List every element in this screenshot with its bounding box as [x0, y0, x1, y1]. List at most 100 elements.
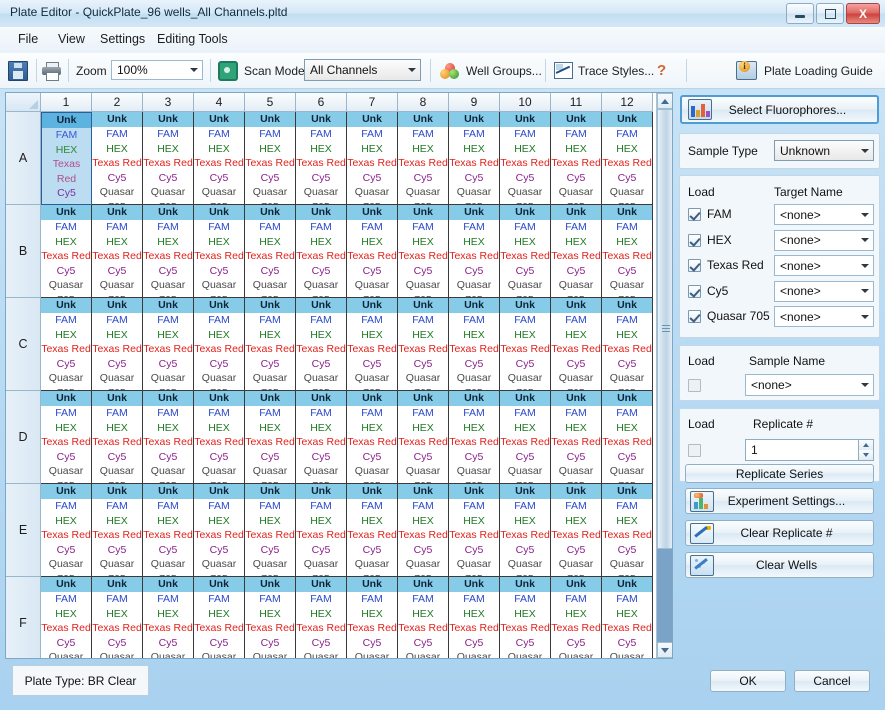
well-E2[interactable]: UnkFAM HEX Texas Red Cy5 Quasar 705	[92, 484, 143, 577]
well-E9[interactable]: UnkFAM HEX Texas Red Cy5 Quasar 705	[449, 484, 500, 577]
sample-name-combo[interactable]: <none>	[745, 374, 874, 396]
column-header-1[interactable]: 1	[41, 93, 92, 112]
target-name-combo-texas-red[interactable]: <none>	[774, 255, 874, 276]
well-B1[interactable]: UnkFAM HEX Texas Red Cy5 Quasar 705	[41, 205, 92, 298]
well-D8[interactable]: UnkFAM HEX Texas Red Cy5 Quasar 705	[398, 391, 449, 484]
well-F9[interactable]: UnkFAM HEX Texas Red Cy5 Quasar 705	[449, 577, 500, 658]
target-name-combo-cy5[interactable]: <none>	[774, 280, 874, 302]
target-name-combo-hex[interactable]: <none>	[774, 229, 874, 251]
well-C5[interactable]: UnkFAM HEX Texas Red Cy5 Quasar 705	[245, 298, 296, 391]
well-C6[interactable]: UnkFAM HEX Texas Red Cy5 Quasar 705	[296, 298, 347, 391]
well-C12[interactable]: UnkFAM HEX Texas Red Cy5 Quasar 705	[602, 298, 653, 391]
well-A4[interactable]: UnkFAM HEX Texas Red Cy5 Quasar 705	[194, 112, 245, 205]
well-E7[interactable]: UnkFAM HEX Texas Red Cy5 Quasar 705	[347, 484, 398, 577]
cancel-button[interactable]: Cancel	[794, 670, 870, 692]
well-B11[interactable]: UnkFAM HEX Texas Red Cy5 Quasar 705	[551, 205, 602, 298]
scan-mode-combo[interactable]: All Channels	[304, 59, 421, 81]
well-A11[interactable]: UnkFAM HEX Texas Red Cy5 Quasar 705	[551, 112, 602, 205]
column-header-6[interactable]: 6	[296, 93, 347, 112]
well-B6[interactable]: UnkFAM HEX Texas Red Cy5 Quasar 705	[296, 205, 347, 298]
close-button[interactable]: X	[846, 3, 880, 24]
well-F11[interactable]: UnkFAM HEX Texas Red Cy5 Quasar 705	[551, 577, 602, 658]
well-C1[interactable]: UnkFAM HEX Texas Red Cy5 Quasar 705	[41, 298, 92, 391]
select-fluorophores-button[interactable]: Select Fluorophores...	[680, 95, 879, 124]
well-E3[interactable]: UnkFAM HEX Texas Red Cy5 Quasar 705	[143, 484, 194, 577]
target-name-combo-quasar-705[interactable]: <none>	[774, 306, 874, 327]
row-header-A[interactable]: A	[6, 112, 41, 205]
well-F2[interactable]: UnkFAM HEX Texas Red Cy5 Quasar 705	[92, 577, 143, 658]
well-D3[interactable]: UnkFAM HEX Texas Red Cy5 Quasar 705	[143, 391, 194, 484]
scroll-down-button[interactable]	[657, 642, 672, 658]
minimize-button[interactable]	[786, 3, 814, 24]
well-F1[interactable]: UnkFAM HEX Texas Red Cy5 Quasar 705	[41, 577, 92, 658]
well-A6[interactable]: UnkFAM HEX Texas Red Cy5 Quasar 705	[296, 112, 347, 205]
clear-wells-button[interactable]: Clear Wells	[685, 552, 874, 578]
well-D7[interactable]: UnkFAM HEX Texas Red Cy5 Quasar 705	[347, 391, 398, 484]
well-A5[interactable]: UnkFAM HEX Texas Red Cy5 Quasar 705	[245, 112, 296, 205]
well-B9[interactable]: UnkFAM HEX Texas Red Cy5 Quasar 705	[449, 205, 500, 298]
well-A7[interactable]: UnkFAM HEX Texas Red Cy5 Quasar 705	[347, 112, 398, 205]
well-C10[interactable]: UnkFAM HEX Texas Red Cy5 Quasar 705	[500, 298, 551, 391]
well-B7[interactable]: UnkFAM HEX Texas Red Cy5 Quasar 705	[347, 205, 398, 298]
well-A2[interactable]: UnkFAM HEX Texas Red Cy5 Quasar 705	[92, 112, 143, 205]
replicate-stepper[interactable]	[858, 440, 873, 460]
well-F12[interactable]: UnkFAM HEX Texas Red Cy5 Quasar 705	[602, 577, 653, 658]
replicate-series-button[interactable]: Replicate Series	[685, 464, 874, 483]
well-D5[interactable]: UnkFAM HEX Texas Red Cy5 Quasar 705	[245, 391, 296, 484]
well-B12[interactable]: UnkFAM HEX Texas Red Cy5 Quasar 705	[602, 205, 653, 298]
print-icon[interactable]	[42, 62, 61, 81]
well-F8[interactable]: UnkFAM HEX Texas Red Cy5 Quasar 705	[398, 577, 449, 658]
row-header-D[interactable]: D	[6, 391, 41, 484]
replicate-increment-button[interactable]	[858, 440, 873, 450]
plate-loading-guide-button[interactable]: Plate Loading Guide	[736, 53, 878, 88]
plate-vertical-scrollbar[interactable]	[656, 93, 672, 658]
column-header-9[interactable]: 9	[449, 93, 500, 112]
row-header-E[interactable]: E	[6, 484, 41, 577]
well-B3[interactable]: UnkFAM HEX Texas Red Cy5 Quasar 705	[143, 205, 194, 298]
plate-grid[interactable]: 123456789101112 ABCDEFG UnkFAMHEXTexas R…	[5, 92, 673, 659]
experiment-settings-button[interactable]: Experiment Settings...	[685, 488, 874, 514]
well-C4[interactable]: UnkFAM HEX Texas Red Cy5 Quasar 705	[194, 298, 245, 391]
well-F10[interactable]: UnkFAM HEX Texas Red Cy5 Quasar 705	[500, 577, 551, 658]
target-load-checkbox-fam[interactable]	[688, 208, 701, 221]
well-A10[interactable]: UnkFAM HEX Texas Red Cy5 Quasar 705	[500, 112, 551, 205]
target-load-checkbox-cy5[interactable]	[688, 284, 701, 298]
ok-button[interactable]: OK	[710, 670, 786, 692]
well-E4[interactable]: UnkFAM HEX Texas Red Cy5 Quasar 705	[194, 484, 245, 577]
target-load-checkbox-texas-red[interactable]	[688, 259, 701, 272]
well-D2[interactable]: UnkFAM HEX Texas Red Cy5 Quasar 705	[92, 391, 143, 484]
well-C9[interactable]: UnkFAM HEX Texas Red Cy5 Quasar 705	[449, 298, 500, 391]
column-header-8[interactable]: 8	[398, 93, 449, 112]
well-B4[interactable]: UnkFAM HEX Texas Red Cy5 Quasar 705	[194, 205, 245, 298]
column-header-7[interactable]: 7	[347, 93, 398, 112]
well-C8[interactable]: UnkFAM HEX Texas Red Cy5 Quasar 705	[398, 298, 449, 391]
save-icon[interactable]	[8, 60, 28, 81]
zoom-combo[interactable]: 100%	[111, 60, 203, 80]
well-C7[interactable]: UnkFAM HEX Texas Red Cy5 Quasar 705	[347, 298, 398, 391]
sample-name-load-checkbox[interactable]	[688, 379, 701, 392]
well-B8[interactable]: UnkFAM HEX Texas Red Cy5 Quasar 705	[398, 205, 449, 298]
well-F3[interactable]: UnkFAM HEX Texas Red Cy5 Quasar 705	[143, 577, 194, 658]
well-D4[interactable]: UnkFAM HEX Texas Red Cy5 Quasar 705	[194, 391, 245, 484]
target-name-combo-fam[interactable]: <none>	[774, 204, 874, 225]
well-B5[interactable]: UnkFAM HEX Texas Red Cy5 Quasar 705	[245, 205, 296, 298]
well-D12[interactable]: UnkFAM HEX Texas Red Cy5 Quasar 705	[602, 391, 653, 484]
well-C2[interactable]: UnkFAM HEX Texas Red Cy5 Quasar 705	[92, 298, 143, 391]
target-load-checkbox-quasar-705[interactable]	[688, 310, 701, 323]
help-button[interactable]: ?	[657, 53, 666, 88]
menu-item-file[interactable]: File	[18, 32, 38, 46]
maximize-button[interactable]	[816, 3, 844, 24]
target-load-checkbox-hex[interactable]	[688, 233, 701, 247]
well-E11[interactable]: UnkFAM HEX Texas Red Cy5 Quasar 705	[551, 484, 602, 577]
row-header-C[interactable]: C	[6, 298, 41, 391]
menu-item-editing-tools[interactable]: Editing Tools	[157, 32, 228, 46]
column-header-11[interactable]: 11	[551, 93, 602, 112]
well-A8[interactable]: UnkFAM HEX Texas Red Cy5 Quasar 705	[398, 112, 449, 205]
select-all-corner[interactable]	[6, 93, 41, 112]
well-D10[interactable]: UnkFAM HEX Texas Red Cy5 Quasar 705	[500, 391, 551, 484]
well-E1[interactable]: UnkFAM HEX Texas Red Cy5 Quasar 705	[41, 484, 92, 577]
column-header-3[interactable]: 3	[143, 93, 194, 112]
column-header-12[interactable]: 12	[602, 93, 653, 112]
scrollbar-track[interactable]	[657, 549, 672, 642]
column-header-4[interactable]: 4	[194, 93, 245, 112]
